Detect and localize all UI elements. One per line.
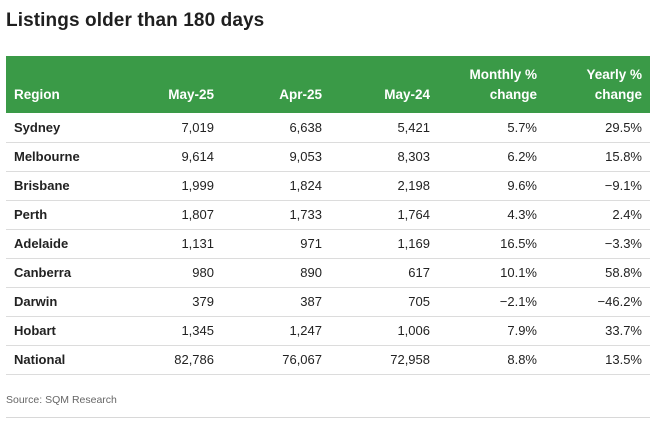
apr-25-cell: 971 xyxy=(222,229,330,259)
apr-25-cell: 1,247 xyxy=(222,316,330,346)
monthly-change-cell: −2.1% xyxy=(438,287,545,317)
table-row: National 82,786 76,067 72,958 8.8% 13.5% xyxy=(6,345,650,375)
may-24-cell: 1,764 xyxy=(330,200,438,230)
may-25-cell: 9,614 xyxy=(116,142,222,172)
monthly-change-cell: 16.5% xyxy=(438,229,545,259)
header-monthly-change: Monthly % change xyxy=(438,56,545,113)
yearly-change-cell: 2.4% xyxy=(545,200,650,230)
header-may-24-label: May-24 xyxy=(384,87,430,102)
region-cell: Sydney xyxy=(6,113,116,143)
table-row: Melbourne 9,614 9,053 8,303 6.2% 15.8% xyxy=(6,142,650,172)
table-row: Canberra 980 890 617 10.1% 58.8% xyxy=(6,258,650,288)
header-may-25: May-25 xyxy=(116,56,222,113)
may-25-cell: 379 xyxy=(116,287,222,317)
data-table-container: Region May-25 Apr-25 May-24 Monthly % ch… xyxy=(6,56,650,375)
apr-25-cell: 1,824 xyxy=(222,171,330,201)
region-cell: Melbourne xyxy=(6,142,116,172)
may-24-cell: 8,303 xyxy=(330,142,438,172)
header-region-label: Region xyxy=(14,87,60,102)
header-yearly-change: Yearly % change xyxy=(545,56,650,113)
may-25-cell: 1,999 xyxy=(116,171,222,201)
may-25-cell: 1,131 xyxy=(116,229,222,259)
region-cell: Adelaide xyxy=(6,229,116,259)
table-row: Perth 1,807 1,733 1,764 4.3% 2.4% xyxy=(6,200,650,230)
may-24-cell: 1,169 xyxy=(330,229,438,259)
header-monthly-change-line1: Monthly % xyxy=(469,67,538,82)
header-apr-25: Apr-25 xyxy=(222,56,330,113)
table-row: Adelaide 1,131 971 1,169 16.5% −3.3% xyxy=(6,229,650,259)
listings-table: Region May-25 Apr-25 May-24 Monthly % ch… xyxy=(6,56,650,375)
table-body: Sydney 7,019 6,638 5,421 5.7% 29.5% Melbourne 9… xyxy=(6,113,650,375)
may-25-cell: 980 xyxy=(116,258,222,288)
monthly-change-cell: 7.9% xyxy=(438,316,545,346)
region-cell: Brisbane xyxy=(6,171,116,201)
table-row: Hobart 1,345 1,247 1,006 7.9% 33.7% xyxy=(6,316,650,346)
apr-25-cell: 9,053 xyxy=(222,142,330,172)
monthly-change-cell: 10.1% xyxy=(438,258,545,288)
region-cell: Perth xyxy=(6,200,116,230)
yearly-change-cell: −3.3% xyxy=(545,229,650,259)
yearly-change-cell: 13.5% xyxy=(545,345,650,375)
yearly-change-cell: 29.5% xyxy=(545,113,650,143)
table-row: Darwin 379 387 705 −2.1% −46.2% xyxy=(6,287,650,317)
monthly-change-cell: 6.2% xyxy=(438,142,545,172)
header-region: Region xyxy=(6,56,116,113)
chart-title: Listings older than 180 days xyxy=(6,10,265,31)
region-cell: Hobart xyxy=(6,316,116,346)
header-may-25-label: May-25 xyxy=(168,87,214,102)
apr-25-cell: 890 xyxy=(222,258,330,288)
may-25-cell: 82,786 xyxy=(116,345,222,375)
yearly-change-cell: 15.8% xyxy=(545,142,650,172)
may-24-cell: 72,958 xyxy=(330,345,438,375)
monthly-change-cell: 5.7% xyxy=(438,113,545,143)
region-cell: Canberra xyxy=(6,258,116,288)
header-apr-25-label: Apr-25 xyxy=(279,87,322,102)
header-may-24: May-24 xyxy=(330,56,438,113)
may-24-cell: 705 xyxy=(330,287,438,317)
source-note: Source: SQM Research xyxy=(6,394,117,406)
yearly-change-cell: 33.7% xyxy=(545,316,650,346)
table-row: Brisbane 1,999 1,824 2,198 9.6% −9.1% xyxy=(6,171,650,201)
region-cell: Darwin xyxy=(6,287,116,317)
header-monthly-change-line2: change xyxy=(489,87,537,102)
apr-25-cell: 387 xyxy=(222,287,330,317)
may-25-cell: 1,807 xyxy=(116,200,222,230)
apr-25-cell: 1,733 xyxy=(222,200,330,230)
may-24-cell: 5,421 xyxy=(330,113,438,143)
apr-25-cell: 76,067 xyxy=(222,345,330,375)
region-cell: National xyxy=(6,345,116,375)
apr-25-cell: 6,638 xyxy=(222,113,330,143)
table-row: Sydney 7,019 6,638 5,421 5.7% 29.5% xyxy=(6,113,650,143)
monthly-change-cell: 8.8% xyxy=(438,345,545,375)
yearly-change-cell: −46.2% xyxy=(545,287,650,317)
header-yearly-change-line2: change xyxy=(594,87,642,102)
may-24-cell: 1,006 xyxy=(330,316,438,346)
yearly-change-cell: −9.1% xyxy=(545,171,650,201)
may-25-cell: 7,019 xyxy=(116,113,222,143)
monthly-change-cell: 4.3% xyxy=(438,200,545,230)
monthly-change-cell: 9.6% xyxy=(438,171,545,201)
table-header-row: Region May-25 Apr-25 May-24 Monthly % ch… xyxy=(6,56,650,113)
bottom-divider xyxy=(6,417,650,418)
may-24-cell: 2,198 xyxy=(330,171,438,201)
header-yearly-change-line1: Yearly % xyxy=(586,67,642,82)
may-24-cell: 617 xyxy=(330,258,438,288)
yearly-change-cell: 58.8% xyxy=(545,258,650,288)
may-25-cell: 1,345 xyxy=(116,316,222,346)
